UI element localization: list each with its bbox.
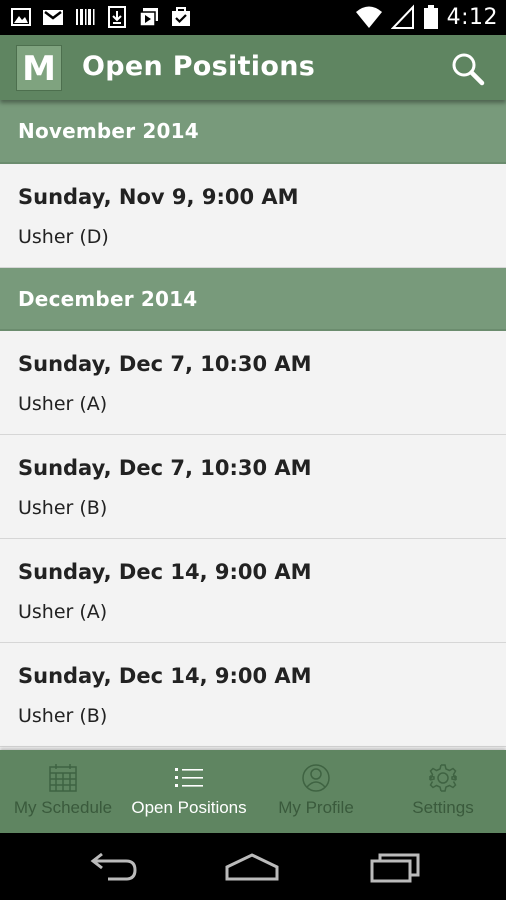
- briefcase-check-icon: [172, 7, 190, 26]
- recents-icon[interactable]: [364, 847, 424, 887]
- wifi-icon: [355, 6, 382, 28]
- tab-settings[interactable]: Settings: [380, 750, 506, 833]
- media-icon: [139, 8, 158, 27]
- profile-icon: [302, 764, 330, 792]
- system-nav-bar: [0, 833, 506, 900]
- position-date: Sunday, Nov 9, 9:00 AM: [18, 185, 299, 209]
- tab-label: My Profile: [278, 798, 354, 817]
- gear-icon: [429, 764, 457, 792]
- app-bar: M Open Positions: [0, 35, 506, 100]
- tab-open-positions[interactable]: Open Positions: [126, 750, 252, 833]
- gmail-icon: [43, 10, 63, 25]
- section-header-month: December 2014: [0, 268, 506, 331]
- home-icon[interactable]: [222, 847, 282, 887]
- position-date: Sunday, Dec 14, 9:00 AM: [18, 664, 312, 688]
- list-item[interactable]: Sunday, Dec 14, 9:00 AM Usher (A): [0, 539, 506, 643]
- notification-icons: [10, 6, 192, 28]
- system-icons: 4:12: [355, 4, 498, 30]
- position-date: Sunday, Dec 7, 10:30 AM: [18, 456, 312, 480]
- position-role: Usher (A): [18, 393, 108, 415]
- tab-label: Settings: [412, 798, 474, 817]
- calendar-icon: [49, 764, 77, 792]
- clock: 4:12: [446, 4, 498, 30]
- list-icon: [175, 768, 203, 787]
- tab-my-profile[interactable]: My Profile: [253, 750, 379, 833]
- position-role: Usher (A): [18, 601, 108, 623]
- signal-icon: [390, 4, 414, 29]
- status-bar: 4:12: [0, 0, 506, 35]
- search-icon[interactable]: [450, 51, 486, 87]
- section-header-month: November 2014: [0, 100, 506, 164]
- back-icon[interactable]: [82, 847, 142, 887]
- list-item[interactable]: Sunday, Nov 9, 9:00 AM Usher (D): [0, 164, 506, 268]
- position-role: Usher (B): [18, 497, 108, 519]
- position-date: Sunday, Dec 7, 10:30 AM: [18, 352, 312, 376]
- position-role: Usher (B): [18, 705, 108, 727]
- barcode-icon: [76, 9, 95, 25]
- download-icon: [108, 6, 126, 28]
- list-item[interactable]: Sunday, Dec 7, 10:30 AM Usher (A): [0, 331, 506, 435]
- bottom-tab-bar: My Schedule Open Positions My Profile Se…: [0, 750, 506, 833]
- image-icon: [11, 8, 31, 26]
- tab-my-schedule[interactable]: My Schedule: [0, 750, 126, 833]
- battery-icon: [423, 5, 438, 29]
- tab-label: Open Positions: [131, 798, 247, 817]
- app-logo[interactable]: M: [16, 45, 62, 91]
- page-title: Open Positions: [82, 51, 316, 82]
- position-role: Usher (D): [18, 226, 109, 248]
- open-positions-list[interactable]: November 2014 Sunday, Nov 9, 9:00 AM Ush…: [0, 100, 506, 750]
- tab-label: My Schedule: [13, 798, 113, 817]
- position-date: Sunday, Dec 14, 9:00 AM: [18, 560, 312, 584]
- list-item[interactable]: Sunday, Dec 14, 9:00 AM Usher (B): [0, 643, 506, 747]
- list-item[interactable]: Sunday, Dec 7, 10:30 AM Usher (B): [0, 435, 506, 539]
